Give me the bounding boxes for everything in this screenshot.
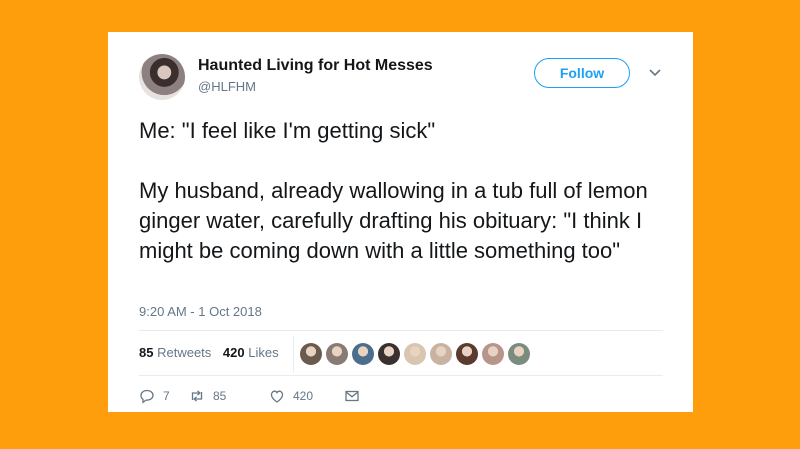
author-handle[interactable]: @HLFHM [198,79,256,94]
tweet-timestamp[interactable]: 9:20 AM - 1 Oct 2018 [139,304,262,319]
tweet-text: Me: "I feel like I'm getting sick" My hu… [139,116,669,266]
liker-avatar-9[interactable] [508,343,530,365]
reply-count: 7 [163,389,170,403]
liker-avatar-2[interactable] [326,343,348,365]
envelope-icon [345,390,359,402]
retweet-count: 85 [213,389,227,403]
likes-stat[interactable]: 420 Likes [223,345,279,360]
liker-avatar-7[interactable] [456,343,478,365]
liker-avatar-1[interactable] [300,343,322,365]
tweet-paragraph-2: My husband, already wallowing in a tub f… [139,178,648,263]
stats-separator [293,336,294,372]
reply-icon [140,389,154,404]
retweets-stat[interactable]: 85 Retweets [139,345,211,360]
chevron-down-icon[interactable] [648,68,662,78]
divider-bottom [139,375,663,376]
liker-avatar-4[interactable] [378,343,400,365]
tweet-paragraph-1: Me: "I feel like I'm getting sick" [139,118,436,143]
tweet-card: Haunted Living for Hot Messes @HLFHM Fol… [108,32,693,412]
message-action[interactable] [344,388,360,404]
retweet-icon [191,390,203,402]
like-count: 420 [293,389,314,403]
reply-action[interactable]: 7 [139,388,170,404]
author-avatar[interactable] [139,54,185,100]
liker-avatar-5[interactable] [404,343,426,365]
like-action[interactable]: 420 [269,388,313,404]
liker-avatar-3[interactable] [352,343,374,365]
engagement-stats: 85 Retweets 420 Likes [139,345,279,360]
heart-icon [270,390,284,403]
follow-button[interactable]: Follow [534,58,630,88]
liker-avatar-8[interactable] [482,343,504,365]
divider-top [139,330,663,331]
liker-avatar-6[interactable] [430,343,452,365]
author-name[interactable]: Haunted Living for Hot Messes [198,57,433,75]
retweet-action[interactable]: 85 [189,388,226,404]
